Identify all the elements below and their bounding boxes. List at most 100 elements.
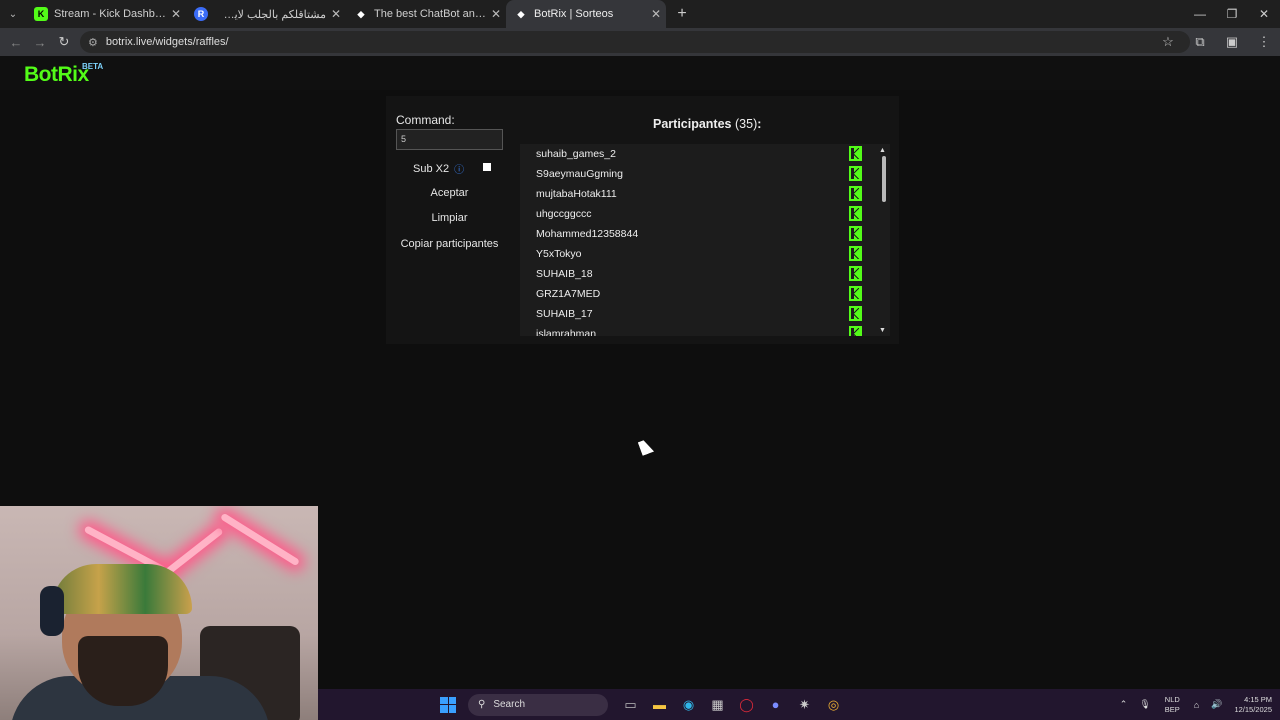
app-header: BotRix BETA — [0, 56, 1280, 90]
list-item: Mohammed12358844 — [520, 224, 870, 244]
app-icon[interactable]: ✷ — [790, 689, 819, 720]
windows-taskbar: ⚲ Search ▭ ▬ ◉ ▦ ◯ ● ✷ ◎ ⌃ 🎙 NLD BEP ⌂ 🔊… — [318, 689, 1280, 720]
list-item: mujtabaHotak111 — [520, 184, 870, 204]
list-item: S9aeymauGgming — [520, 164, 870, 184]
info-icon[interactable]: ⓘ — [454, 161, 464, 176]
discord-icon[interactable]: ● — [761, 689, 790, 720]
kick-icon — [849, 206, 862, 221]
tab-botrix-home[interactable]: ◆ The best ChatBot and Widgets ✕ — [346, 0, 506, 28]
scroll-down-icon[interactable]: ▼ — [879, 327, 886, 334]
chevron-up-icon[interactable]: ⌃ — [1120, 699, 1128, 710]
participant-name: SUHAIB_18 — [536, 268, 593, 280]
address-toolbar: ← → ↻ ⚙ botrix.live/widgets/raffles/ ☆ ⧉… — [0, 28, 1280, 56]
tab-search-icon[interactable]: ⌄ — [0, 0, 26, 28]
list-item: Y5xTokyo — [520, 244, 870, 264]
maximize-icon[interactable]: ❐ — [1216, 0, 1248, 28]
sub-x2-label: Sub X2 — [413, 162, 450, 175]
clear-button[interactable]: Limpiar — [396, 208, 503, 228]
opera-icon[interactable]: ◯ — [732, 689, 761, 720]
url-bar[interactable]: ⚙ botrix.live/widgets/raffles/ — [80, 31, 1190, 53]
close-icon[interactable]: ✕ — [486, 7, 506, 21]
webcam-overlay — [0, 506, 318, 720]
bookmark-star-icon[interactable]: ☆ — [1152, 34, 1184, 50]
raffle-panel: Command: 5 Sub X2 ⓘ Aceptar Limpiar Copi… — [386, 96, 899, 344]
kick-icon: K — [34, 7, 48, 21]
extensions-icon[interactable]: ⧉ — [1184, 34, 1216, 50]
scroll-up-icon[interactable]: ▲ — [879, 147, 886, 154]
minimize-icon[interactable]: — — [1184, 0, 1216, 28]
streamer-beard — [78, 636, 168, 706]
mouse-cursor — [637, 438, 655, 456]
tab-botrix-sorteos[interactable]: ◆ BotRix | Sorteos ✕ — [506, 0, 666, 28]
chrome-icon[interactable]: ◎ — [819, 689, 848, 720]
search-icon: ⚲ — [478, 699, 486, 710]
toolbar-actions: ☆ ⧉ ▣ ⋮ — [1152, 28, 1280, 56]
neon-light — [219, 512, 301, 567]
microphone-icon[interactable]: 🎙 — [1139, 699, 1150, 710]
kick-icon — [849, 266, 862, 281]
participant-name: Mohammed12358844 — [536, 228, 639, 240]
tab-title: The best ChatBot and Widgets — [374, 8, 486, 20]
tab-stream-video[interactable]: R مشتاقلكم بالجلب لايف توزيع + ... ✕ — [186, 0, 346, 28]
clock-time: 4:15 PM — [1244, 694, 1272, 704]
store-icon[interactable]: ▦ — [703, 689, 732, 720]
participant-name: suhaib_games_2 — [536, 148, 616, 160]
command-label: Command: — [396, 113, 455, 127]
sub-x2-checkbox[interactable] — [483, 163, 491, 171]
accept-button[interactable]: Aceptar — [396, 183, 503, 203]
list-item: suhaib_games_2 — [520, 144, 870, 164]
system-tray: ⌃ 🎙 NLD BEP ⌂ 🔊 4:15 PM 12/15/2025 — [1114, 689, 1280, 720]
streamer-cap — [52, 564, 192, 614]
url-text: botrix.live/widgets/raffles/ — [105, 36, 229, 48]
browser-tab-bar: ⌄ K Stream - Kick Dashboard ✕ R مشتاقلكم… — [0, 0, 1280, 28]
participants-title: Participantes (35): — [653, 117, 761, 131]
headset — [40, 586, 64, 636]
participants-count: (35) — [735, 117, 758, 131]
tab-title: Stream - Kick Dashboard — [54, 8, 166, 20]
participants-list[interactable]: suhaib_games_2 S9aeymauGgming mujtabaHot… — [520, 144, 890, 336]
kick-icon — [849, 326, 862, 336]
window-controls: — ❐ ✕ — [1184, 0, 1280, 28]
close-icon[interactable]: ✕ — [166, 7, 186, 21]
windows-start-icon[interactable] — [440, 696, 456, 713]
kick-icon — [849, 226, 862, 241]
language-code: NLD — [1164, 694, 1180, 704]
sub-x2-row: Sub X2 ⓘ — [413, 161, 464, 177]
list-item: uhgccggccc — [520, 204, 870, 224]
close-window-icon[interactable]: ✕ — [1248, 0, 1280, 28]
close-icon[interactable]: ✕ — [646, 7, 666, 21]
kick-icon — [849, 146, 862, 161]
forward-icon[interactable]: → — [28, 35, 52, 50]
clock-date: 12/15/2025 — [1234, 704, 1272, 714]
taskbar-search[interactable]: ⚲ Search — [468, 693, 608, 716]
task-view-icon[interactable]: ▭ — [616, 689, 645, 720]
back-icon[interactable]: ← — [4, 35, 28, 50]
participant-name: SUHAIB_17 — [536, 308, 593, 320]
network-icon[interactable]: ⌂ — [1194, 700, 1199, 710]
botrix-logo[interactable]: BotRix — [24, 63, 89, 87]
list-item: GRZ1A7MED — [520, 284, 870, 304]
participant-name: Y5xTokyo — [536, 248, 582, 260]
volume-icon[interactable]: 🔊 — [1211, 699, 1222, 710]
taskbar-apps: ⚲ Search ▭ ▬ ◉ ▦ ◯ ● ✷ ◎ — [440, 689, 848, 720]
r-icon: R — [194, 7, 208, 21]
more-menu-icon[interactable]: ⋮ — [1248, 34, 1280, 50]
participants-title-suffix: : — [757, 117, 762, 131]
scrollbar-thumb[interactable] — [882, 156, 886, 202]
command-input[interactable]: 5 — [396, 129, 503, 150]
file-explorer-icon[interactable]: ▬ — [645, 689, 674, 720]
edge-icon[interactable]: ◉ — [674, 689, 703, 720]
botrix-icon: ◆ — [357, 8, 365, 19]
site-info-icon[interactable]: ⚙ — [88, 36, 98, 49]
botrix-icon: ◆ — [517, 8, 525, 19]
clock[interactable]: 4:15 PM 12/15/2025 — [1234, 695, 1272, 715]
tab-title: مشتاقلكم بالجلب لايف توزيع + ... — [214, 8, 326, 21]
copy-participants-button[interactable]: Copiar participantes — [396, 234, 503, 254]
close-icon[interactable]: ✕ — [326, 7, 346, 21]
kick-icon — [849, 306, 862, 321]
translate-icon[interactable]: ▣ — [1216, 34, 1248, 50]
language-indicator[interactable]: NLD BEP — [1165, 695, 1180, 715]
new-tab-icon[interactable]: + — [670, 5, 694, 23]
reload-icon[interactable]: ↻ — [52, 34, 76, 50]
tab-kick-dashboard[interactable]: K Stream - Kick Dashboard ✕ — [26, 0, 186, 28]
